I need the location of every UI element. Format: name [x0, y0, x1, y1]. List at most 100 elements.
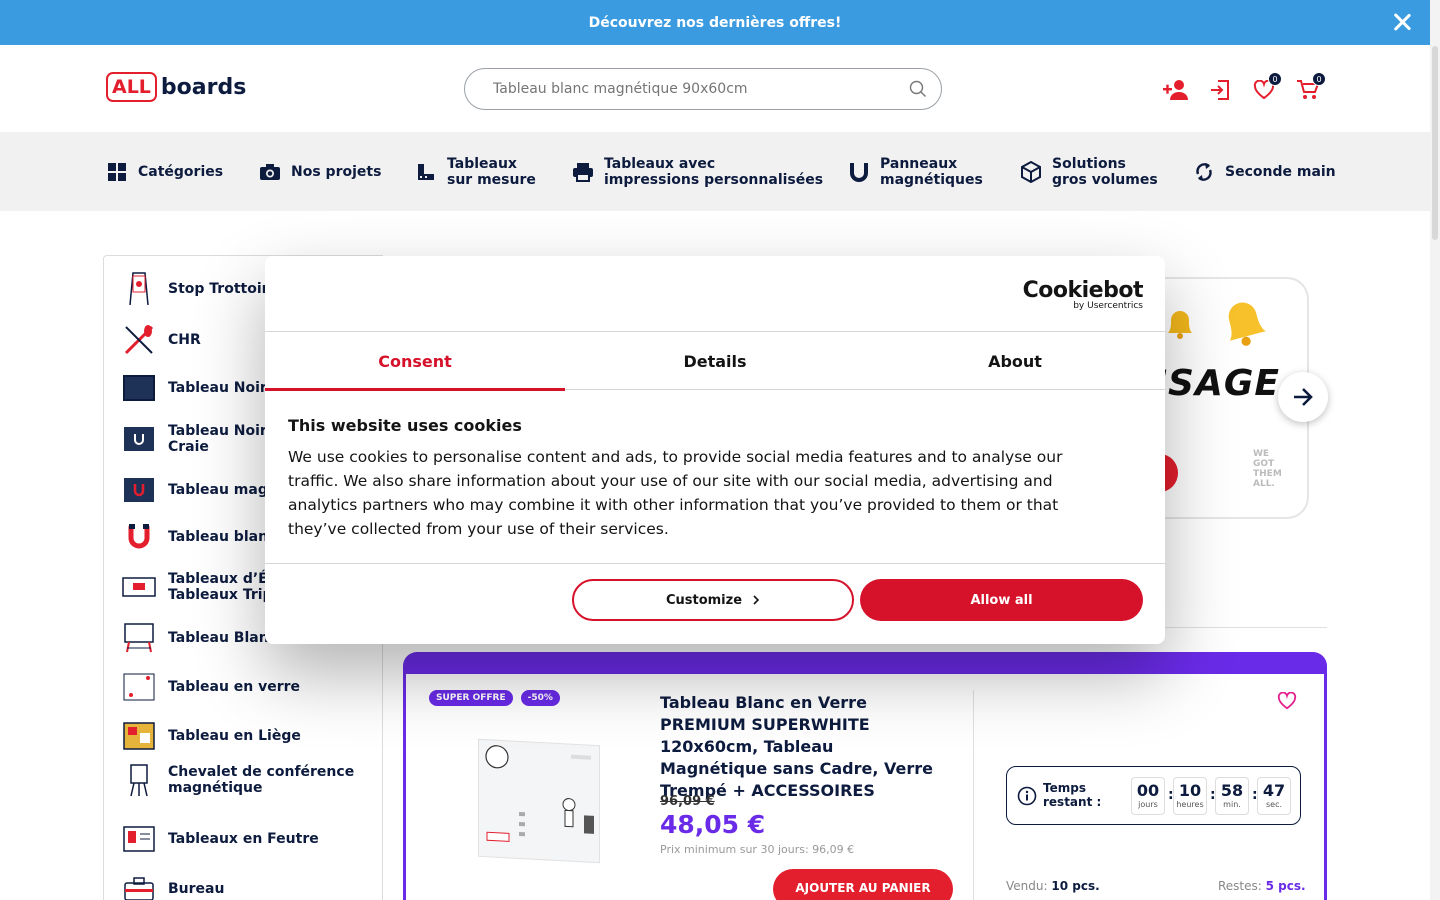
nav-label: Seconde main — [1225, 163, 1336, 180]
info-icon — [1017, 786, 1037, 810]
search-input[interactable] — [493, 81, 883, 97]
wishlist-count: 0 — [1268, 72, 1282, 86]
sidebar-item-tableau-magnetique[interactable]: Tableau magn — [122, 473, 278, 507]
sidebar-label-line2: magnétique — [168, 780, 263, 796]
camera-icon — [259, 161, 281, 183]
chr-icon — [122, 323, 156, 357]
timer-label-line1: Temps — [1043, 781, 1086, 795]
sidebar-label-line1: Tableau en Liège — [168, 728, 301, 744]
ruler-icon — [415, 161, 437, 183]
close-icon[interactable] — [1392, 12, 1412, 32]
nav-label-line2: magnétiques — [880, 171, 983, 188]
tab-about[interactable]: About — [865, 332, 1165, 390]
nav-label: Solutions gros volumes — [1052, 156, 1158, 188]
sidebar-item-chr[interactable]: CHR — [122, 323, 201, 357]
sidebar-item-label: Tableau en Liège — [168, 728, 301, 744]
scrollbar-thumb[interactable] — [1432, 46, 1438, 240]
nav-label-line1: Solutions — [1052, 155, 1126, 172]
nav-categories[interactable]: Catégories — [106, 132, 223, 211]
cookie-heading: This website uses cookies — [288, 416, 522, 435]
sidebar-item-tableaux-feutre[interactable]: Tableaux en Feutre — [122, 822, 319, 856]
timer-value: 58 — [1220, 781, 1244, 800]
sidebar-item-tableau-noir[interactable]: Tableau Noir c — [122, 371, 280, 405]
nav-label-line2: gros volumes — [1052, 171, 1158, 188]
stop-trottoir-icon — [122, 272, 156, 306]
cart-icon[interactable]: 0 — [1294, 72, 1326, 103]
cookie-tabs: Consent Details About — [265, 331, 1165, 391]
timer-unit: heures — [1176, 800, 1204, 809]
sidebar-item-tableaux-ecole[interactable]: Tableaux d’Éco Tableaux Tript — [122, 570, 286, 604]
sidebar-item-tableau-noir-craie[interactable]: Tableau Noir M Craie — [122, 422, 286, 456]
sidebar-label-line1: Chevalet de conférence — [168, 764, 355, 780]
login-icon[interactable] — [1206, 77, 1234, 103]
nav-label: Tableaux sur mesure — [447, 156, 536, 188]
sidebar-item-tableau-blanc[interactable]: Tableau blanc — [122, 520, 276, 554]
nav-projects[interactable]: Nos projets — [259, 132, 381, 211]
minimum-price-note: Prix minimum sur 30 jours: 96,09 € — [660, 843, 855, 856]
customize-button[interactable]: Customize — [572, 579, 854, 621]
search-icon[interactable] — [909, 80, 927, 102]
timer-seconds: 47 sec. — [1257, 777, 1291, 815]
recycle-icon — [1193, 161, 1215, 183]
cookie-consent-dialog: Cookiebot by Usercentrics Consent Detail… — [265, 256, 1165, 644]
register-icon[interactable] — [1162, 77, 1190, 103]
sidebar-item-tableau-blanc-mobile[interactable]: Tableau Blanc — [122, 621, 277, 655]
nav-custom-boards[interactable]: Tableaux sur mesure — [415, 132, 536, 211]
favorite-heart-icon[interactable] — [1277, 691, 1297, 714]
timer-days: 00 jours — [1131, 777, 1165, 815]
promo-bar: Découvrez nos dernières offres! — [0, 0, 1430, 45]
sidebar-item-label: CHR — [168, 332, 201, 348]
header-actions: 0 0 — [1162, 72, 1326, 103]
wishlist-icon[interactable]: 0 — [1250, 72, 1282, 103]
nav-magnetic-panels[interactable]: Panneaux magnétiques — [848, 132, 983, 211]
cart-count: 0 — [1312, 72, 1326, 86]
bell-icon — [1228, 302, 1266, 346]
printer-icon — [572, 161, 594, 183]
nav-label-line2: impressions personnalisées — [604, 171, 824, 188]
sidebar-label-line2: Craie — [168, 439, 209, 455]
sidebar-label-line1: CHR — [168, 332, 201, 348]
promo-text[interactable]: Découvrez nos dernières offres! — [589, 15, 842, 31]
nav-label-line2: sur mesure — [447, 171, 536, 188]
nav-label: Tableaux avec impressions personnalisées — [604, 156, 823, 188]
discount-badge: -50% — [520, 690, 560, 706]
super-offer-badge: SUPER OFFRE — [429, 690, 513, 706]
sidebar-label-line1: Tableau Noir c — [168, 380, 281, 396]
allow-all-button[interactable]: Allow all — [860, 579, 1143, 621]
timer-value: 00 — [1136, 781, 1160, 800]
main-nav: Catégories Nos projets Tableaux sur mesur… — [0, 132, 1430, 211]
timer-hours: 10 heures — [1173, 777, 1207, 815]
sidebar-item-label: Tableaux en Feutre — [168, 831, 319, 847]
sidebar-label-line1: Tableaux en Feutre — [168, 831, 319, 847]
tab-details[interactable]: Details — [565, 332, 865, 390]
nav-printed-boards[interactable]: Tableaux avec impressions personnalisées — [572, 132, 823, 211]
cookie-footer: Customize Allow all — [265, 563, 1165, 644]
timer-label: Temps restant : — [1043, 781, 1101, 809]
nav-bulk-solutions[interactable]: Solutions gros volumes — [1020, 132, 1158, 211]
timer-label-line2: restant : — [1043, 795, 1102, 809]
sidebar-item-chevalet[interactable]: Chevalet de conférence magnétique — [122, 763, 354, 797]
sidebar-item-stop-trottoir[interactable]: Stop Trottoir — [122, 272, 269, 306]
product-illustration — [485, 745, 594, 842]
product-image[interactable] — [478, 738, 600, 864]
logo-boards: boards — [160, 74, 247, 100]
carousel-next-button[interactable] — [1278, 372, 1328, 422]
tab-consent[interactable]: Consent — [265, 332, 565, 391]
triptych-board-icon — [122, 570, 156, 604]
page-scrollbar[interactable] — [1430, 0, 1440, 900]
sidebar-item-bureau[interactable]: Bureau — [122, 872, 224, 900]
cookiebot-logo[interactable]: Cookiebot by Usercentrics — [1023, 278, 1144, 311]
header: ALL boards 0 0 — [0, 45, 1430, 132]
product-title[interactable]: Tableau Blanc en Verre PREMIUM SUPERWHIT… — [660, 692, 935, 802]
grid-icon — [106, 161, 128, 183]
nav-label: Catégories — [138, 163, 224, 180]
sidebar-item-tableau-verre[interactable]: Tableau en verre — [122, 670, 300, 704]
product-tags: SUPER OFFRE -50% — [429, 690, 560, 706]
add-to-cart-button[interactable]: AJOUTER AU PANIER — [773, 869, 953, 900]
sidebar-label-line2: Tableaux Tript — [168, 587, 280, 603]
logo[interactable]: ALL boards — [106, 72, 246, 102]
cork-board-icon — [122, 719, 156, 753]
nav-second-hand[interactable]: Seconde main — [1193, 132, 1336, 211]
sidebar-item-tableau-liege[interactable]: Tableau en Liège — [122, 719, 301, 753]
cookie-body: This website uses cookies We use cookies… — [288, 416, 1108, 541]
